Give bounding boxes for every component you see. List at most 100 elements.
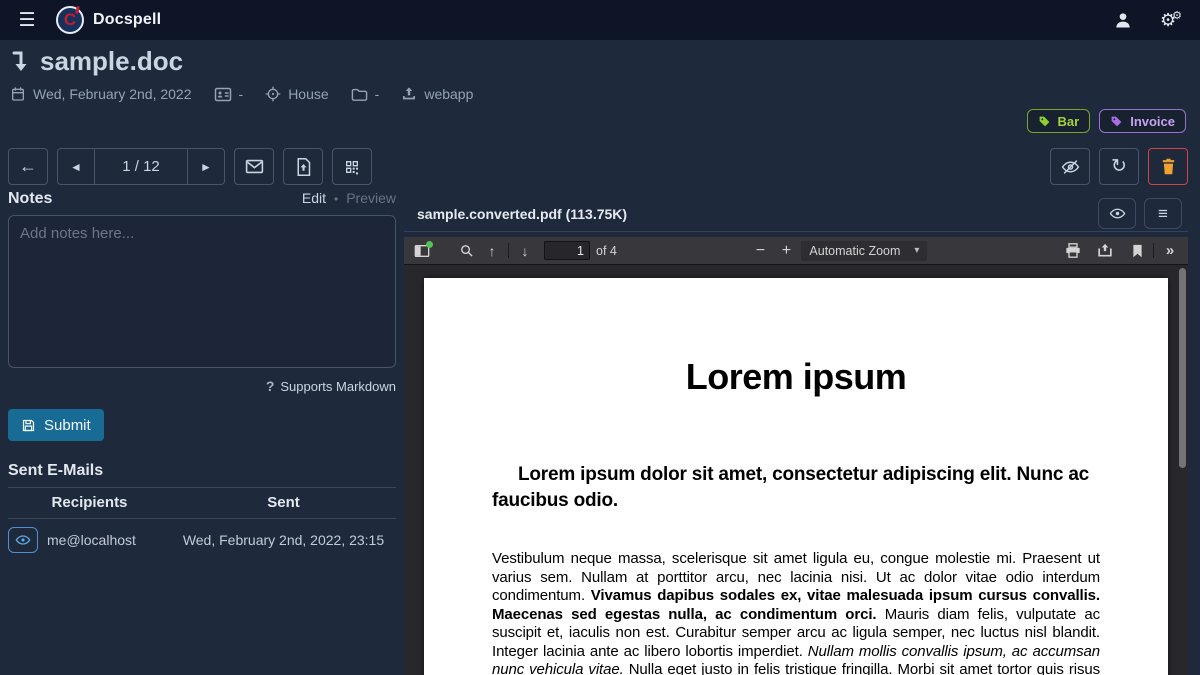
- tag-icon: [1038, 115, 1051, 128]
- mail-recipients: me@localhost: [47, 532, 136, 548]
- zoom-select[interactable]: Automatic Zoom ▾: [801, 241, 927, 261]
- markdown-hint: ? Supports Markdown: [8, 378, 396, 394]
- source-value: webapp: [424, 86, 473, 102]
- add-files-button[interactable]: [283, 148, 323, 185]
- document-meta: Wed, February 2nd, 2022 - House - webapp: [10, 86, 473, 102]
- table-row: me@localhost Wed, February 2nd, 2022, 23…: [8, 519, 396, 560]
- menu-icon[interactable]: ☰: [12, 5, 42, 35]
- action-toolbar: ← ◄ 1 / 12 ► ↻: [8, 148, 1188, 185]
- eye-slash-icon: [1061, 159, 1080, 175]
- printer-icon: [1065, 243, 1081, 258]
- left-sidebar: Notes Edit • Preview ? Supports Markdown…: [8, 190, 396, 559]
- page-number-input[interactable]: [544, 241, 590, 260]
- find-previous-button[interactable]: ↑: [479, 239, 505, 263]
- notes-textarea[interactable]: [8, 215, 396, 368]
- question-icon: ?: [266, 378, 275, 394]
- save-icon: [21, 418, 36, 433]
- sent-emails-table: Recipients Sent me@localhost Wed, Februa…: [8, 488, 396, 559]
- delete-button[interactable]: [1148, 148, 1188, 185]
- zoom-out-button[interactable]: −: [747, 239, 773, 263]
- page-count-label: of 4: [596, 244, 617, 258]
- concerning-value[interactable]: House: [288, 86, 328, 102]
- save-document-button[interactable]: [1092, 239, 1118, 263]
- chevron-down-icon: ▾: [914, 245, 919, 256]
- document-body: Vestibulum neque massa, scelerisque sit …: [492, 550, 1100, 675]
- prev-attachment-button[interactable]: ◄: [58, 149, 95, 184]
- eye-icon: [1109, 207, 1126, 220]
- sidebar-toggle-button[interactable]: [409, 239, 435, 263]
- bookmark-button[interactable]: [1124, 239, 1150, 263]
- unconfirm-button[interactable]: [1050, 148, 1090, 185]
- document-title: Lorem ipsum: [492, 356, 1100, 398]
- markdown-hint-text[interactable]: Supports Markdown: [280, 379, 396, 394]
- attachment-pager: ◄ 1 / 12 ►: [57, 148, 225, 185]
- next-attachment-button[interactable]: ►: [187, 149, 224, 184]
- view-mail-button[interactable]: [8, 527, 38, 553]
- upload-icon: [401, 86, 417, 102]
- folder-value[interactable]: -: [375, 86, 380, 102]
- trash-icon: [1161, 158, 1176, 175]
- notes-edit-link[interactable]: Edit: [302, 190, 326, 206]
- send-mail-button[interactable]: [234, 148, 274, 185]
- qr-code-button[interactable]: [332, 148, 372, 185]
- document-subtitle: Lorem ipsum dolor sit amet, consectetur …: [492, 462, 1100, 513]
- top-navbar: ☰ C Docspell ⚙⚙: [0, 0, 1200, 40]
- pdf-panel-header: sample.converted.pdf (113.75K) ≡: [404, 196, 1188, 232]
- crosshairs-icon: [265, 86, 281, 102]
- more-tools-button[interactable]: »: [1157, 239, 1183, 263]
- address-card-icon: [214, 87, 232, 102]
- pdf-file-label: sample.converted.pdf (113.75K): [417, 206, 627, 222]
- print-button[interactable]: [1060, 239, 1086, 263]
- zoom-select-value: Automatic Zoom: [809, 244, 900, 258]
- tag-label: Bar: [1058, 114, 1080, 129]
- page-title-row: sample.doc: [10, 46, 473, 77]
- submit-notes-button[interactable]: Submit: [8, 409, 104, 441]
- document-header: sample.doc Wed, February 2nd, 2022 - Hou…: [10, 46, 473, 102]
- tag-bar[interactable]: Bar: [1027, 109, 1091, 133]
- pdf-page: Lorem ipsum Lorem ipsum dolor sit amet, …: [424, 278, 1168, 675]
- attachment-menu-button[interactable]: ≡: [1144, 198, 1182, 229]
- bookmark-icon: [1132, 244, 1143, 258]
- list-icon: ≡: [1158, 204, 1168, 224]
- settings-gears-icon[interactable]: ⚙⚙: [1154, 5, 1188, 35]
- pdf-viewer: ↑ ↓ of 4 − + Automatic Zoom ▾: [404, 237, 1188, 675]
- file-upload-icon: [296, 158, 311, 176]
- mail-sent-date: Wed, February 2nd, 2022, 23:15: [171, 519, 396, 560]
- notes-preview-link[interactable]: Preview: [346, 190, 396, 206]
- download-arrow-icon: [10, 50, 32, 74]
- back-arrow-icon: ←: [19, 156, 37, 177]
- envelope-icon: [245, 159, 264, 174]
- reprocess-button[interactable]: ↻: [1099, 148, 1139, 185]
- folder-icon: [351, 87, 368, 102]
- pdf-scrollbar-thumb[interactable]: [1179, 268, 1186, 468]
- tag-icon: [1110, 115, 1123, 128]
- correspondent-value[interactable]: -: [239, 86, 244, 102]
- search-button[interactable]: [453, 239, 479, 263]
- column-recipients: Recipients: [8, 488, 171, 519]
- qr-code-icon: [344, 159, 360, 175]
- find-next-button[interactable]: ↓: [512, 239, 538, 263]
- notes-header: Notes Edit • Preview: [8, 190, 396, 208]
- notes-heading: Notes: [8, 190, 52, 208]
- brand[interactable]: C Docspell: [56, 6, 161, 34]
- download-icon: [1097, 243, 1113, 258]
- zoom-in-button[interactable]: +: [773, 239, 799, 263]
- docspell-logo-icon: C: [56, 6, 84, 34]
- attachment-page-indicator: 1 / 12: [95, 149, 187, 184]
- pdf-content-area[interactable]: Lorem ipsum Lorem ipsum dolor sit amet, …: [404, 266, 1188, 675]
- tag-label: Invoice: [1130, 114, 1175, 129]
- back-button[interactable]: ←: [8, 148, 48, 185]
- sidebar-badge-dot: [426, 241, 433, 248]
- item-date[interactable]: Wed, February 2nd, 2022: [33, 86, 192, 102]
- search-icon: [459, 243, 474, 258]
- notes-link-separator: •: [334, 192, 338, 206]
- column-sent: Sent: [171, 488, 396, 519]
- user-icon[interactable]: [1106, 5, 1140, 35]
- page-title: sample.doc: [40, 46, 183, 77]
- tag-invoice[interactable]: Invoice: [1099, 109, 1186, 133]
- brand-name: Docspell: [93, 11, 161, 29]
- pdf-panel: sample.converted.pdf (113.75K) ≡ ↑ ↓ of: [404, 196, 1188, 675]
- refresh-icon: ↻: [1111, 155, 1127, 178]
- submit-label: Submit: [44, 417, 91, 434]
- preview-toggle-button[interactable]: [1098, 198, 1136, 229]
